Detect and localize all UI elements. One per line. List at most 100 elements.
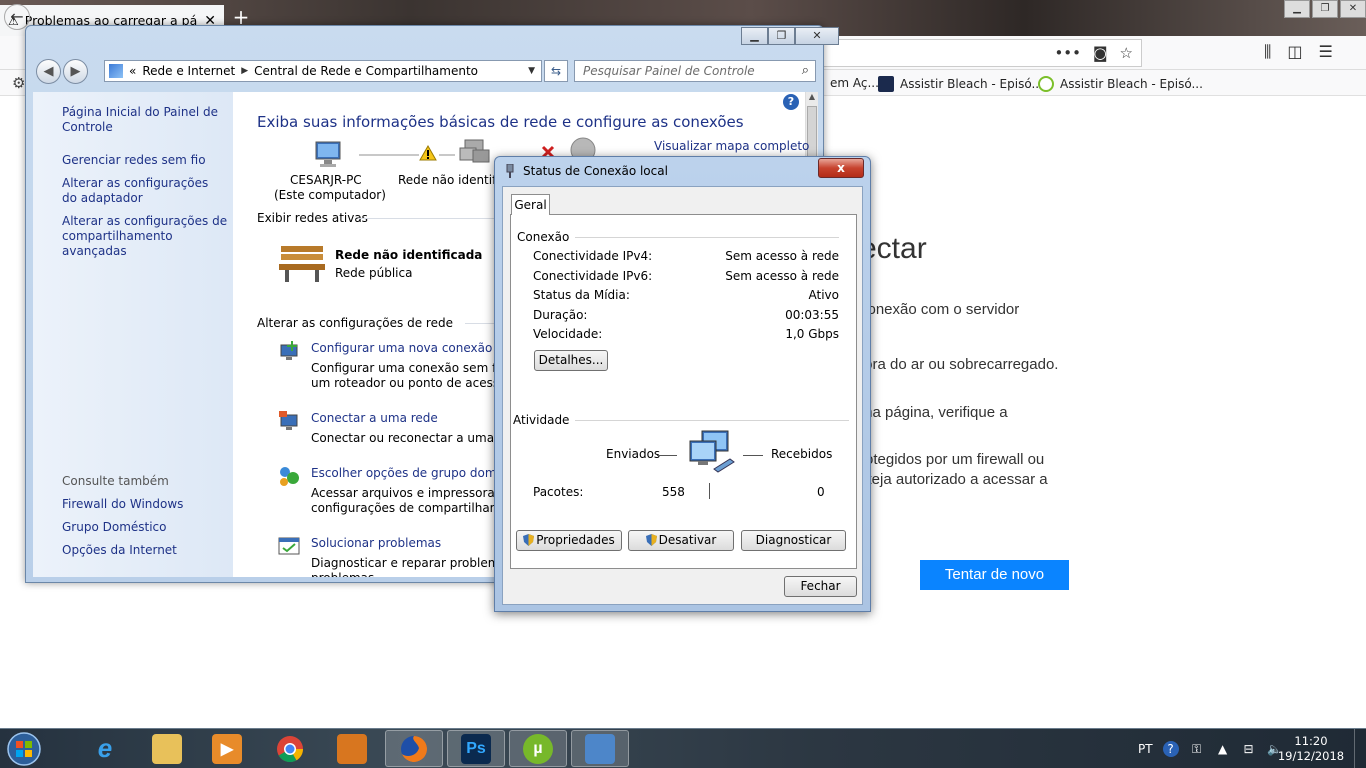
internet-explorer-icon: e <box>97 733 113 763</box>
park-bench-icon <box>279 246 325 282</box>
url-bar[interactable]: ••• ◙ ☆ <box>820 39 1142 67</box>
tab-general[interactable]: Geral <box>511 194 550 215</box>
breadcrumb-item[interactable]: Rede e Internet <box>142 64 235 78</box>
computer-icon <box>315 141 341 167</box>
close-dialog-button[interactable]: Fechar <box>784 576 857 597</box>
troubleshoot-icon <box>278 537 300 555</box>
network-icon <box>459 139 490 163</box>
firefox-icon <box>401 735 427 762</box>
language-indicator[interactable]: PT <box>1138 742 1153 756</box>
diagnose-button[interactable]: Diagnosticar <box>741 530 846 551</box>
map-connector-line <box>439 154 455 156</box>
nav-buttons: ◀ ▶ <box>36 59 88 84</box>
packets-received-value: 0 <box>817 485 825 499</box>
sidebar-link-sharing[interactable]: Alterar as configurações de compartilham… <box>62 214 232 259</box>
taskbar-firefox[interactable] <box>385 730 443 767</box>
task-link-new-connection[interactable]: Configurar uma nova conexão ou r <box>311 341 520 355</box>
close-icon[interactable]: ✕ <box>1340 0 1366 18</box>
library-icon[interactable]: ⫼ <box>1264 42 1271 62</box>
bookmark-favicon-icon <box>878 76 894 92</box>
system-tray: PT ? ⚿ ▲ ⊟ 🔈 <box>1138 729 1283 768</box>
taskbar-explorer[interactable] <box>138 730 196 767</box>
taskbar-utorrent[interactable]: µ <box>509 730 567 767</box>
breadcrumb-separator-icon[interactable]: ▶ <box>241 66 248 76</box>
clock[interactable]: 11:20 19/12/2018 <box>1272 734 1350 764</box>
error-text-line: fora do ar ou sobrecarregado. <box>860 356 1059 373</box>
refresh-icon[interactable]: ⇆ <box>544 60 568 82</box>
bookmark-item[interactable]: Assistir Bleach - Episó... <box>1038 76 1203 92</box>
disable-button[interactable]: Desativar <box>628 530 734 551</box>
sidebar-link-home[interactable]: Página Inicial do Painel de Controle <box>62 105 232 135</box>
task-description: um roteador ou ponto de acesso. <box>311 376 511 390</box>
connection-group-label: Conexão <box>517 230 576 244</box>
taskbar-media-player[interactable]: ▶ <box>198 730 256 767</box>
forward-icon[interactable]: ▶ <box>63 59 88 84</box>
received-label: Recebidos <box>771 447 833 461</box>
help-icon[interactable]: ? <box>783 94 799 110</box>
windows-start-icon[interactable] <box>4 731 44 767</box>
minimize-button[interactable]: ▁ <box>741 27 768 45</box>
bookmark-item[interactable]: em Aç... <box>830 76 879 90</box>
taskbar-app[interactable] <box>323 730 381 767</box>
active-networks-title: Exibir redes ativas <box>257 211 368 225</box>
maximize-icon[interactable]: ❐ <box>1312 0 1338 18</box>
error-text-line: rotegidos por um firewall ou <box>860 451 1045 468</box>
task-link-connect[interactable]: Conectar a uma rede <box>311 411 438 425</box>
breadcrumb-item[interactable]: Central de Rede e Compartilhamento <box>254 64 478 78</box>
error-text-line: conexão com o servidor <box>860 301 1020 318</box>
show-desktop-button[interactable] <box>1354 729 1366 768</box>
scroll-up-icon[interactable]: ▲ <box>806 92 818 101</box>
help-icon[interactable]: ? <box>1162 741 1179 757</box>
search-icon[interactable]: ⌕ <box>802 63 809 78</box>
gear-icon[interactable]: ⚙ <box>12 74 25 92</box>
taskbar-control-panel[interactable] <box>571 730 629 767</box>
dialog-close-button[interactable]: x <box>818 158 864 178</box>
status-row-value: 1,0 Gbps <box>785 327 839 341</box>
more-actions-icon[interactable]: ••• <box>1054 44 1081 62</box>
firefox-toolbar: ⫼ ◫ ☰ <box>1264 42 1333 62</box>
back-icon[interactable]: ◀ <box>36 59 61 84</box>
task-link-homegroup[interactable]: Escolher opções de grupo domésti <box>311 466 518 480</box>
control-panel-icon <box>109 64 123 78</box>
pocket-icon[interactable]: ◙ <box>1093 44 1108 62</box>
breadcrumb-overflow[interactable]: « <box>129 64 136 78</box>
sidebar: Página Inicial do Painel de Controle Ger… <box>33 92 233 577</box>
address-bar[interactable]: « Rede e Internet ▶ Central de Rede e Co… <box>104 60 542 82</box>
star-icon[interactable]: ☆ <box>1120 44 1133 62</box>
homegroup-icon <box>280 467 299 486</box>
sidebar-link-adapter[interactable]: Alterar as configurações do adaptador <box>62 176 217 206</box>
sidebar-icon[interactable]: ◫ <box>1287 42 1302 62</box>
sidebar-link-wireless[interactable]: Gerenciar redes sem fio <box>62 153 232 168</box>
window-controls: ▁ ❐ ✕ <box>741 27 839 45</box>
sidebar-link-internet-options[interactable]: Opções da Internet <box>62 543 232 558</box>
computer-name: CESARJR-PC <box>290 173 362 187</box>
chevron-down-icon[interactable]: ▼ <box>528 66 535 76</box>
taskbar-internet-explorer[interactable]: e <box>76 730 134 767</box>
network-status-icon[interactable]: ⊟ <box>1241 741 1257 757</box>
activity-group-label: Atividade <box>513 413 576 427</box>
task-link-troubleshoot[interactable]: Solucionar problemas <box>311 536 441 550</box>
see-also-title: Consulte também <box>62 474 169 488</box>
taskbar-photoshop[interactable]: Ps <box>447 730 505 767</box>
search-input[interactable]: Pesquisar Painel de Controle ⌕ <box>574 60 816 82</box>
change-settings-title: Alterar as configurações de rede <box>257 316 453 330</box>
sidebar-link-homegroup[interactable]: Grupo Doméstico <box>62 520 232 535</box>
minimize-icon[interactable]: ▁ <box>1284 0 1310 18</box>
bookmark-item[interactable]: Assistir Bleach - Episó... <box>878 76 1043 92</box>
tray-app-icon[interactable]: ⚿ <box>1189 741 1205 757</box>
details-button[interactable]: Detalhes... <box>534 350 608 371</box>
sidebar-link-firewall[interactable]: Firewall do Windows <box>62 497 232 512</box>
close-button[interactable]: ✕ <box>795 27 839 45</box>
show-hidden-icon[interactable]: ▲ <box>1215 741 1231 757</box>
properties-button[interactable]: Propriedades <box>516 530 622 551</box>
full-map-link[interactable]: Visualizar mapa completo <box>654 139 809 153</box>
folder-icon <box>152 733 182 764</box>
taskbar-chrome[interactable] <box>261 730 319 767</box>
retry-button[interactable]: Tentar de novo <box>920 560 1069 590</box>
utorrent-icon: µ <box>523 733 553 764</box>
maximize-button[interactable]: ❐ <box>768 27 795 45</box>
dialog-title: Status de Conexão local <box>523 164 668 178</box>
firefox-window-controls: ▁ ❐ ✕ <box>1284 0 1366 18</box>
menu-icon[interactable]: ☰ <box>1319 42 1333 62</box>
network-cable-icon <box>506 164 514 178</box>
